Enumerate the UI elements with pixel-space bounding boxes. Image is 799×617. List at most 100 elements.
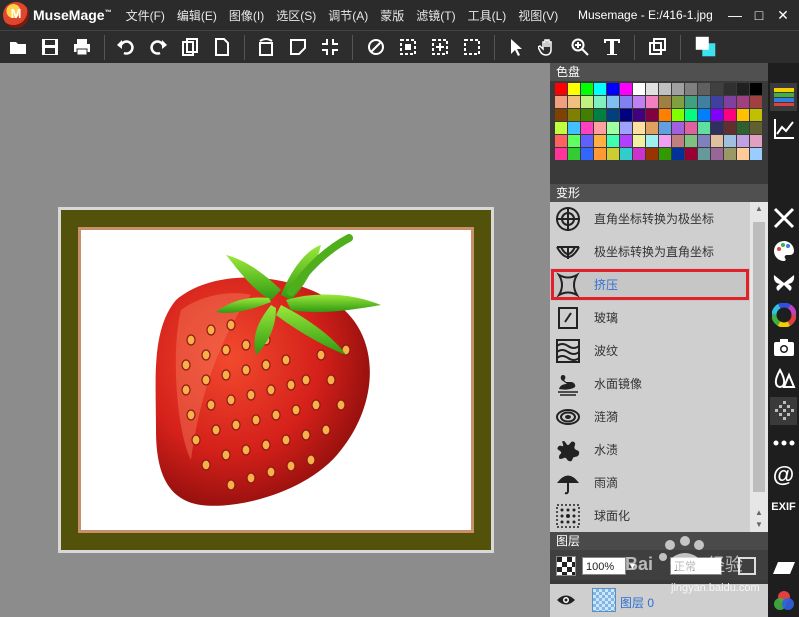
transform-item-ripple[interactable]: 涟漪 bbox=[550, 400, 750, 433]
color-swatch[interactable] bbox=[607, 148, 619, 160]
color-swatch[interactable] bbox=[698, 148, 710, 160]
color-swatch[interactable] bbox=[750, 83, 762, 95]
transform-item-spherize[interactable]: 球面化 bbox=[550, 499, 750, 532]
fit-icon[interactable] bbox=[318, 35, 342, 59]
transform-item-squeeze[interactable]: 挤压 bbox=[550, 268, 750, 301]
color-swatch[interactable] bbox=[659, 135, 671, 147]
color-swatch[interactable] bbox=[711, 122, 723, 134]
menu-file[interactable]: 文件(F) bbox=[120, 7, 171, 24]
color-swatch[interactable] bbox=[620, 109, 632, 121]
color-swatch[interactable] bbox=[659, 148, 671, 160]
color-swatch[interactable] bbox=[594, 148, 606, 160]
color-swatch[interactable] bbox=[737, 148, 749, 160]
color-swatch[interactable] bbox=[581, 122, 593, 134]
color-swatch[interactable] bbox=[724, 96, 736, 108]
color-swatch[interactable] bbox=[737, 83, 749, 95]
color-swatch[interactable] bbox=[620, 135, 632, 147]
color-swatch[interactable] bbox=[698, 96, 710, 108]
layer-name[interactable]: 图层 0 bbox=[620, 594, 654, 611]
color-swatch[interactable] bbox=[724, 122, 736, 134]
color-swatch[interactable] bbox=[711, 83, 723, 95]
color-swatch[interactable] bbox=[633, 83, 645, 95]
color-swatch[interactable] bbox=[581, 148, 593, 160]
color-swatch[interactable] bbox=[685, 135, 697, 147]
color-swatch[interactable] bbox=[633, 148, 645, 160]
opacity-field[interactable]: 100% bbox=[582, 557, 626, 575]
color-swatch[interactable] bbox=[568, 96, 580, 108]
color-swatch[interactable] bbox=[711, 109, 723, 121]
butterfly-icon[interactable] bbox=[770, 269, 797, 297]
color-swatch[interactable] bbox=[581, 96, 593, 108]
color-swatch[interactable] bbox=[698, 135, 710, 147]
color-swatch[interactable] bbox=[594, 83, 606, 95]
open-icon[interactable] bbox=[6, 35, 30, 59]
color-swatch[interactable] bbox=[607, 83, 619, 95]
color-swatch[interactable] bbox=[594, 96, 606, 108]
color-swatch[interactable] bbox=[685, 122, 697, 134]
transform-item-splash[interactable]: 水渍 bbox=[550, 433, 750, 466]
color-swatch[interactable] bbox=[724, 135, 736, 147]
text-icon[interactable] bbox=[600, 35, 624, 59]
color-swatch[interactable] bbox=[581, 135, 593, 147]
color-swatch[interactable] bbox=[737, 109, 749, 121]
menu-view[interactable]: 视图(V) bbox=[512, 7, 564, 24]
deselect-icon[interactable] bbox=[364, 35, 388, 59]
color-swatch[interactable] bbox=[685, 96, 697, 108]
copy-icon[interactable] bbox=[178, 35, 202, 59]
camera-icon[interactable] bbox=[770, 333, 797, 361]
color-swatch[interactable] bbox=[724, 83, 736, 95]
menu-tools[interactable]: 工具(L) bbox=[462, 7, 513, 24]
layers-panel-icon[interactable] bbox=[770, 554, 797, 582]
color-swap-icon[interactable] bbox=[692, 33, 720, 61]
canvas-area[interactable] bbox=[0, 63, 550, 617]
color-swatch[interactable] bbox=[633, 109, 645, 121]
transform-item-raindrop[interactable]: 雨滴 bbox=[550, 466, 750, 499]
menu-image[interactable]: 图像(I) bbox=[223, 7, 270, 24]
pointer-icon[interactable] bbox=[504, 35, 528, 59]
color-swatch[interactable] bbox=[711, 96, 723, 108]
color-swatch[interactable] bbox=[659, 83, 671, 95]
color-swatch[interactable] bbox=[737, 135, 749, 147]
transform-panel-icon[interactable] bbox=[770, 397, 797, 425]
color-swatch[interactable] bbox=[568, 135, 580, 147]
color-swatch[interactable] bbox=[568, 109, 580, 121]
color-swatch[interactable] bbox=[646, 135, 658, 147]
color-swatch[interactable] bbox=[594, 122, 606, 134]
transform-icon[interactable] bbox=[286, 35, 310, 59]
color-swatch[interactable] bbox=[672, 122, 684, 134]
color-swatch[interactable] bbox=[568, 122, 580, 134]
color-swatch[interactable] bbox=[659, 109, 671, 121]
new-icon[interactable] bbox=[210, 35, 234, 59]
channels-icon[interactable] bbox=[770, 587, 797, 615]
color-swatch[interactable] bbox=[555, 109, 567, 121]
color-swatch[interactable] bbox=[724, 148, 736, 160]
transform-item-water-mirror[interactable]: 水面镜像 bbox=[550, 367, 750, 400]
color-swatch[interactable] bbox=[750, 96, 762, 108]
color-wheel-icon[interactable] bbox=[770, 301, 797, 329]
color-swatches[interactable] bbox=[555, 83, 762, 160]
scroll-down-icon[interactable]: ▼ bbox=[753, 520, 765, 530]
color-swatch[interactable] bbox=[672, 109, 684, 121]
color-swatch[interactable] bbox=[685, 148, 697, 160]
color-swatch[interactable] bbox=[724, 109, 736, 121]
menu-mask[interactable]: 蒙版 bbox=[374, 7, 410, 24]
color-swatch[interactable] bbox=[633, 96, 645, 108]
color-swatch[interactable] bbox=[672, 148, 684, 160]
color-swatch[interactable] bbox=[607, 122, 619, 134]
select-center-icon[interactable] bbox=[428, 35, 452, 59]
minimize-button[interactable]: — bbox=[726, 6, 744, 24]
color-swatch[interactable] bbox=[698, 83, 710, 95]
eye-icon[interactable] bbox=[556, 593, 576, 607]
color-palette-icon[interactable] bbox=[770, 237, 797, 265]
color-swatch[interactable] bbox=[646, 122, 658, 134]
undo-icon[interactable] bbox=[114, 35, 138, 59]
color-swatch[interactable] bbox=[672, 83, 684, 95]
palette-panel-icon[interactable] bbox=[770, 83, 797, 111]
color-swatch[interactable] bbox=[646, 148, 658, 160]
more-icon[interactable] bbox=[770, 429, 797, 457]
color-swatch[interactable] bbox=[737, 122, 749, 134]
print-icon[interactable] bbox=[70, 35, 94, 59]
color-swatch[interactable] bbox=[555, 96, 567, 108]
color-swatch[interactable] bbox=[594, 135, 606, 147]
transform-item-glass[interactable]: 玻璃 bbox=[550, 301, 750, 334]
